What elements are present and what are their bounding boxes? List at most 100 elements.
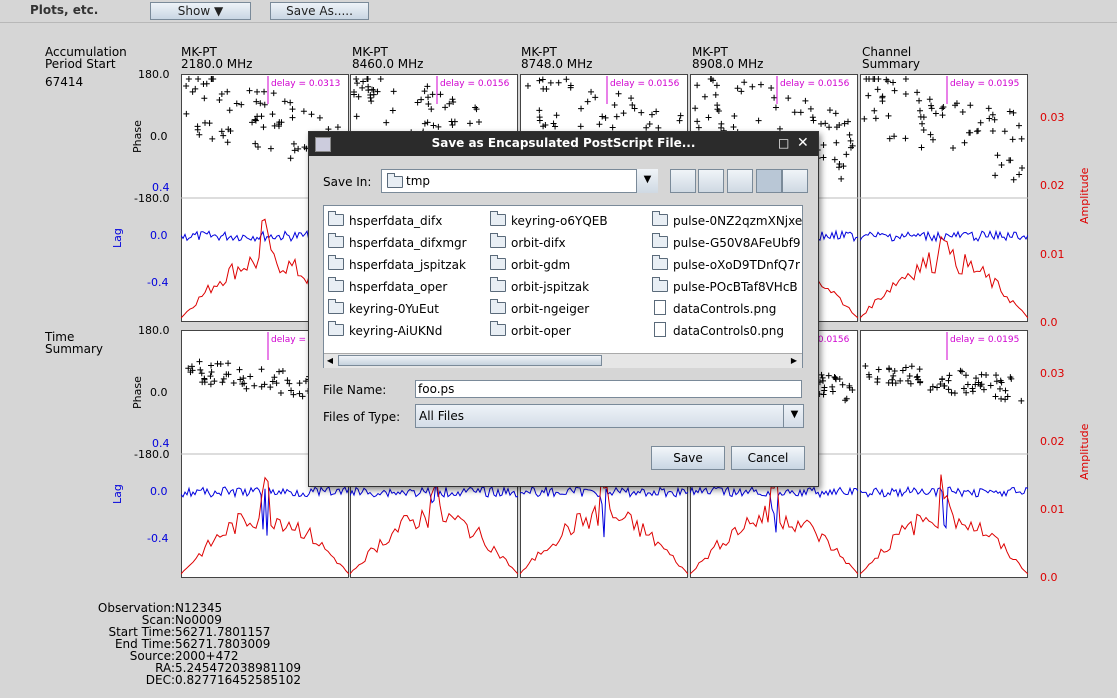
file-name-text: pulse-G50V8AFeUbf9 [673,236,801,250]
dialog-title: Save as Encapsulated PostScript File... [431,136,696,150]
column-freq-1: 2180.0 MHz [181,57,253,71]
phase-tick-mid-1: 0.0 [150,130,168,143]
file-icon [654,322,666,337]
source-label: Source: [129,649,175,663]
list-view-button[interactable] [756,169,782,193]
file-name-text: orbit-ngeiger [511,302,590,316]
file-list[interactable]: hsperfdata_difx hsperfdata_difxmgr hsperfd… [323,205,803,368]
scrollbar-thumb[interactable] [338,355,602,366]
file-list-item[interactable]: keyring-AiUKNd [328,320,467,342]
maximize-icon[interactable]: □ [778,136,792,150]
amp-tick-2-row2: 0.02 [1040,435,1065,448]
horizontal-scrollbar[interactable]: ◀ ▶ [324,353,802,368]
lag-tick-bottom-1: -0.4 [147,276,169,289]
lag-tick-bottom-2: -0.4 [147,532,169,545]
file-name-text: hsperfdata_difx [349,214,443,228]
folder-icon [652,233,668,248]
file-name-text: keyring-0YuEut [349,302,439,316]
save-button[interactable]: Save [651,446,725,470]
period-start-value: 67414 [45,75,84,89]
plot-panel[interactable]: delay = 0.0195 [860,74,1028,322]
amp-tick-2-row1: 0.02 [1040,179,1065,192]
folder-icon [490,299,506,314]
file-list-item[interactable]: dataControls0.png [652,320,802,342]
file-list-item[interactable]: orbit-difx [490,232,608,254]
file-list-item[interactable]: dataControls.png [652,298,802,320]
amp-tick-3-row2: 0.01 [1040,503,1065,516]
lag-axis-label-1: Lag [111,228,124,248]
up-folder-button[interactable] [670,169,696,193]
file-list-item[interactable]: orbit-gdm [490,254,608,276]
file-list-item[interactable]: hsperfdata_difx [328,210,467,232]
info-dec: DEC:0.827716452585102 [0,674,301,686]
file-name-text: pulse-POcBTaf8VHcB [673,280,798,294]
save-in-label: Save In: [323,175,372,189]
file-list-item[interactable]: hsperfdata_oper [328,276,467,298]
file-list-item[interactable]: pulse-G50V8AFeUbf9 [652,232,802,254]
file-name-text: hsperfdata_oper [349,280,448,294]
file-name-label: File Name: [323,383,387,397]
folder-icon [490,321,506,336]
file-name-text: orbit-jspitzak [511,280,590,294]
save-eps-dialog: Save as Encapsulated PostScript File... … [308,131,819,487]
save-as-button[interactable]: Save As..... [270,2,369,20]
file-list-item[interactable]: pulse-oXoD9TDnfQ7r [652,254,802,276]
chevron-down-icon[interactable]: ▼ [783,404,805,428]
file-name-input[interactable] [415,380,802,398]
file-name-text: keyring-o6YQEB [511,214,608,228]
column-freq-2: 8460.0 MHz [352,57,424,71]
lag-tick-mid-1: 0.0 [150,229,168,242]
delay-label: delay = 0.0156 [610,79,680,89]
phase-tick-top-1: 180.0 [138,68,170,81]
delay-label: delay = 0.0156 [440,79,510,89]
folder-icon [387,173,403,188]
amp-tick-3-row1: 0.01 [1040,248,1065,261]
period-start-label: Period Start [45,57,116,71]
file-list-item[interactable]: hsperfdata_jspitzak [328,254,467,276]
files-of-type-select[interactable]: All Files ▼ [415,404,804,428]
scroll-left-icon[interactable]: ◀ [325,355,335,366]
home-button[interactable] [698,169,724,193]
folder-icon [328,299,344,314]
scroll-right-icon[interactable]: ▶ [789,355,799,366]
show-button[interactable]: Show ▼ [150,2,251,20]
delay-label: delay = 0.0195 [950,335,1019,345]
plots-menu-title: Plots, etc. [30,3,99,17]
folder-icon [490,211,506,226]
file-list-item[interactable]: orbit-jspitzak [490,276,608,298]
save-in-value: tmp [406,174,431,188]
delay-label: delay = 0.0195 [950,79,1019,89]
file-list-item[interactable]: keyring-0YuEut [328,298,467,320]
details-view-button[interactable] [782,169,808,193]
file-name-text: pulse-oXoD9TDnfQ7r [673,258,800,272]
chevron-down-icon[interactable]: ▼ [636,169,658,193]
folder-icon [328,233,344,248]
new-folder-button[interactable] [727,169,753,193]
delay-label: delay = 0.0156 [780,79,850,89]
folder-icon [490,255,506,270]
amp-tick-1-row2: 0.03 [1040,367,1065,380]
phase-tick-bottom-1: -180.0 [134,192,170,205]
file-list-item[interactable]: pulse-POcBTaf8VHcB [652,276,802,298]
file-list-item[interactable]: hsperfdata_difxmgr [328,232,467,254]
close-icon[interactable]: ✕ [797,135,811,151]
plot-panel[interactable]: delay = 0.0195 [860,330,1028,578]
dialog-title-bar[interactable]: Save as Encapsulated PostScript File... … [309,132,818,156]
file-list-item[interactable]: keyring-o6YQEB [490,210,608,232]
phase-axis-label-2: Phase [131,376,144,409]
phase-axis-label-1: Phase [131,120,144,153]
save-in-combo[interactable]: tmp ▼ [381,169,658,193]
folder-icon [328,321,344,336]
column-summary-5: Summary [862,57,920,71]
files-of-type-label: Files of Type: [323,410,401,424]
file-name-text: dataControls0.png [673,324,784,338]
file-list-item[interactable]: orbit-oper [490,320,608,342]
folder-icon [328,277,344,292]
folder-icon [652,277,668,292]
file-list-item[interactable]: orbit-ngeiger [490,298,608,320]
cancel-button[interactable]: Cancel [731,446,805,470]
file-list-item[interactable]: pulse-0NZ2qzmXNjxe [652,210,802,232]
file-name-text: keyring-AiUKNd [349,324,443,338]
folder-icon [328,211,344,226]
amplitude-axis-label-2: Amplitude [1078,423,1091,480]
